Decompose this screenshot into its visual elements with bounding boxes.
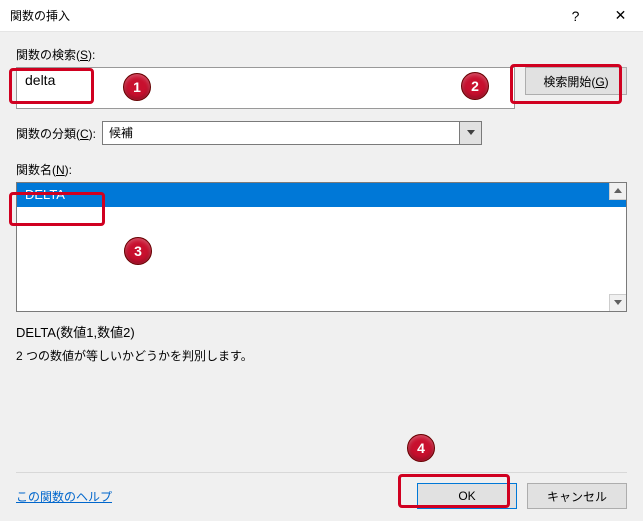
function-name-label: 関数名(N): bbox=[16, 161, 627, 178]
ok-button[interactable]: OK bbox=[417, 483, 517, 509]
cancel-button[interactable]: キャンセル bbox=[527, 483, 627, 509]
category-label: 関数の分類(C): bbox=[16, 125, 96, 142]
window-title: 関数の挿入 bbox=[10, 7, 553, 24]
dialog-content: 関数の検索(S): 検索開始(G) 関数の分類(C): 候補 関数名(N): D… bbox=[0, 32, 643, 521]
search-start-button[interactable]: 検索開始(G) bbox=[525, 67, 627, 95]
close-icon[interactable]: ✕ bbox=[598, 0, 643, 32]
titlebar: 関数の挿入 ? ✕ bbox=[0, 0, 643, 32]
search-label: 関数の検索(S): bbox=[16, 46, 627, 63]
scroll-down-icon[interactable] bbox=[609, 294, 626, 311]
chevron-down-icon[interactable] bbox=[460, 121, 482, 145]
function-description: 2 つの数値が等しいかどうかを判別します。 bbox=[16, 347, 627, 364]
search-input[interactable] bbox=[16, 67, 515, 109]
scroll-up-icon[interactable] bbox=[609, 183, 626, 200]
function-signature: DELTA(数値1,数値2) bbox=[16, 322, 627, 341]
function-help-link[interactable]: この関数のヘルプ bbox=[16, 488, 112, 505]
help-icon[interactable]: ? bbox=[553, 0, 598, 32]
list-item[interactable]: DELTA bbox=[17, 183, 626, 207]
category-select[interactable]: 候補 bbox=[102, 121, 460, 145]
function-listbox[interactable]: DELTA bbox=[16, 182, 627, 312]
dialog-footer: この関数のヘルプ OK キャンセル bbox=[16, 472, 627, 509]
